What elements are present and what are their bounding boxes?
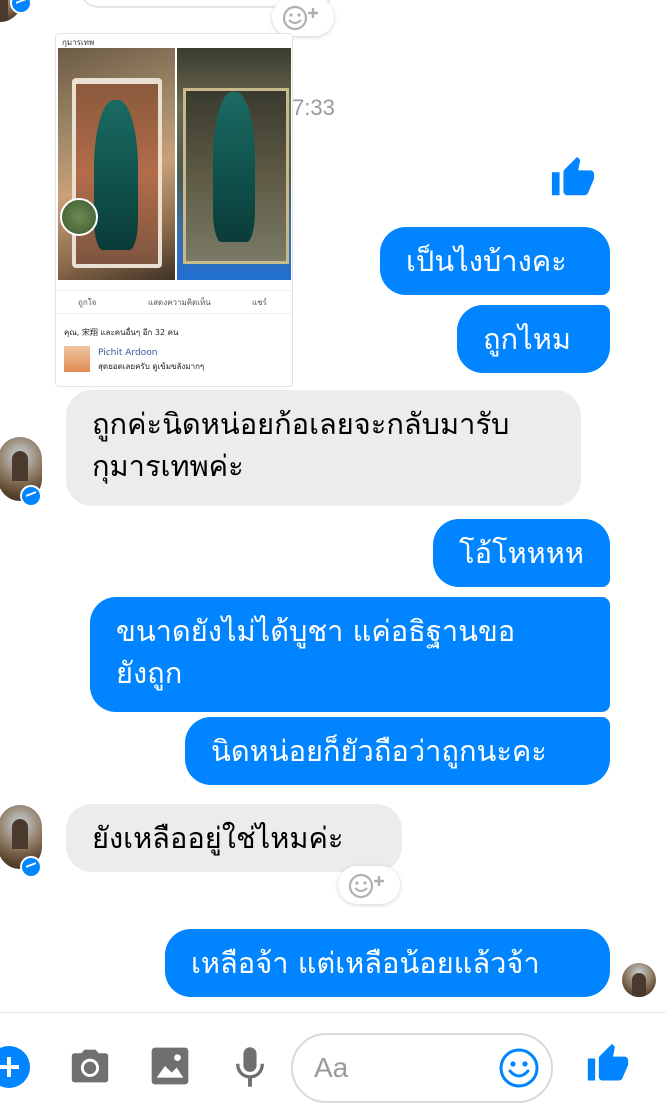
post-like-action[interactable]: ถูกใจ (78, 296, 96, 309)
emoji-icon[interactable] (498, 1047, 540, 1089)
messenger-badge-icon (20, 485, 42, 507)
post-actions-bar: ถูกใจ แสดงความคิดเห็น แชร์ (56, 290, 292, 314)
sent-like-icon (551, 156, 595, 196)
poster-avatar (60, 198, 98, 236)
smiley-plus-icon (348, 873, 384, 899)
outgoing-message-line: ยังถูก (116, 656, 183, 690)
outgoing-message[interactable]: ขนาดยังไม่ได้บูชา แค่อธิฐานขอ ยังถูก (90, 597, 610, 712)
outgoing-message[interactable]: นิดหน่อยก็ยัวถือว่าถูกนะคะ (185, 717, 610, 785)
comment-author: Pichit Ardoon (98, 348, 158, 358)
add-reaction-button-top[interactable] (272, 0, 334, 36)
like-icon[interactable] (586, 1042, 630, 1086)
post-share-action[interactable]: แชร์ (252, 296, 267, 309)
post-reactions: คุณ, 宋翔 และคนอื่นๆ อีก 32 คน (64, 328, 179, 337)
outgoing-message[interactable]: เหลือจ้า แต่เหลือน้อยแล้วจ้า (165, 929, 610, 997)
message-input-placeholder: Aa (314, 1052, 349, 1083)
incoming-message[interactable]: ถูกค่ะนิดหน่อยก้อเลยจะกลับมารับ กุมารเทพ… (66, 390, 581, 506)
camera-icon[interactable] (68, 1046, 112, 1086)
post-photo-left (58, 48, 175, 280)
message-input[interactable]: Aa (291, 1033, 553, 1103)
messenger-badge-icon (20, 856, 42, 878)
outgoing-message-line: ขนาดยังไม่ได้บูชา แค่อธิฐานขอ (116, 614, 516, 648)
shared-post-card[interactable]: กุมารเทพ ถูกใจ แสดงความคิดเห็น แชร์ คุณ,… (55, 33, 293, 387)
outgoing-message[interactable]: เป็นไงบ้างคะ (380, 227, 610, 295)
plus-button[interactable] (0, 1046, 30, 1088)
seen-avatar (622, 963, 656, 997)
plus-icon (0, 1057, 19, 1077)
outgoing-message[interactable]: ถูกไหม (457, 305, 610, 373)
outgoing-message[interactable]: โอ้โหหหห (433, 519, 610, 587)
post-photo-right (177, 48, 291, 280)
microphone-icon[interactable] (233, 1044, 267, 1090)
comment-text: สุดยอดเลยครับ ดูเข้มขลังมากๆ (98, 362, 205, 371)
post-comment-action[interactable]: แสดงความคิดเห็น (148, 296, 211, 309)
comment-avatar (64, 346, 90, 372)
incoming-message-line: กุมารเทพค่ะ (92, 449, 244, 483)
image-icon[interactable] (150, 1046, 190, 1086)
incoming-message[interactable]: ยังเหลืออยู่ใช่ไหมค่ะ (66, 804, 402, 872)
smiley-plus-icon (282, 5, 318, 31)
timestamp: 7:33 (292, 95, 335, 120)
add-reaction-button[interactable] (338, 866, 400, 904)
incoming-message-line: ถูกค่ะนิดหน่อยก้อเลยจะกลับมารับ (92, 407, 510, 441)
